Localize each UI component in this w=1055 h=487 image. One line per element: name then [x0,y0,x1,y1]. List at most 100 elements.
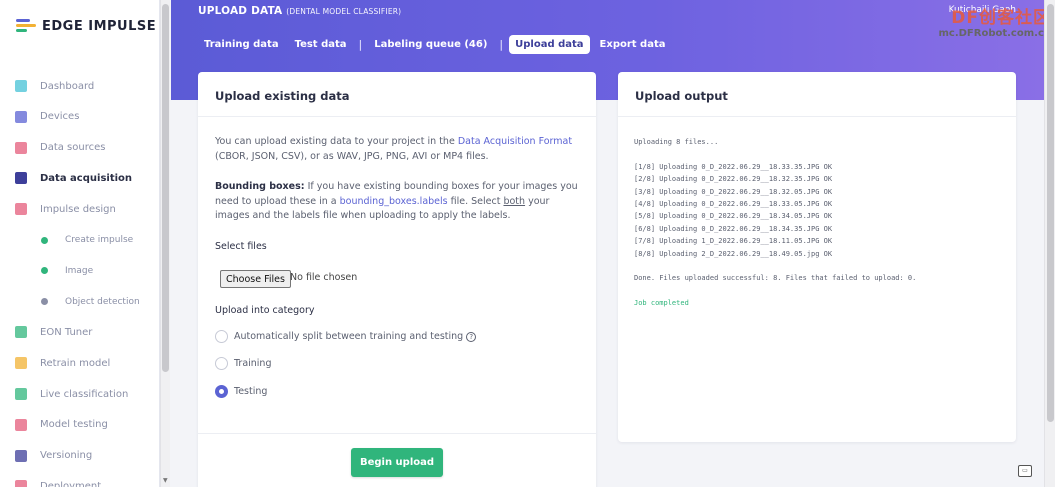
sidebar-item-data-acquisition[interactable]: Data acquisition [0,163,160,193]
radio-label: Automatically split between training and… [234,331,464,342]
chat-icon[interactable]: ▭ [1018,465,1032,477]
watermark-url: mc.DFRobot.com.cn [938,28,1051,39]
page-title-project: (DENTAL MODEL CLASSIFIER) [286,7,402,16]
radio-button[interactable] [215,385,228,398]
console-line: Done. Files uploaded successful: 8. File… [634,274,917,283]
edge-impulse-logo-icon [16,18,36,34]
console-line: [7/8] Uploading 1_D_2022.06.29__18.11.05… [634,237,833,246]
radio-button[interactable] [215,357,228,370]
sidebar-item-label: Image [65,265,94,276]
sidebar-scrollbar[interactable]: ▼ [160,0,170,487]
sidebar-item-label: Deployment [40,480,102,487]
upload-output-card: Upload output Uploading 8 files... [1/8] … [618,72,1016,442]
category-option[interactable]: Training [215,357,272,370]
sidebar: EDGE IMPULSE Dashboard Devices Data source… [0,0,160,487]
radio-label: Testing [234,386,268,397]
sidebar-item-image[interactable]: Image [0,256,160,286]
sidebar-item-model-testing[interactable]: Model testing [0,410,160,440]
console-line: [8/8] Uploading 2_D_2022.06.29__18.49.05… [634,249,833,258]
network-icon [15,388,27,400]
dot-icon [41,267,48,275]
clipboard-icon [15,418,27,431]
monitor-icon [15,80,27,92]
console-line: [2/8] Uploading 0_D_2022.06.29__18.32.35… [634,175,833,184]
upload-output-console: Uploading 8 files... [1/8] Uploading 0_D_… [634,136,1004,310]
sidebar-item-label: Create impulse [65,235,134,245]
logo-text: EDGE IMPULSE [42,18,157,34]
category-option[interactable]: Automatically split between training and… [215,330,477,343]
no-file-chosen-text: No file chosen [290,272,358,283]
tab-test-data[interactable]: Test data [289,35,353,54]
select-files-label: Select files [215,241,267,252]
intro-text-part: You can upload existing data to your pro… [215,136,458,147]
sidebar-item-versioning[interactable]: Versioning [0,441,160,471]
choose-files-button[interactable]: Choose Files [220,270,291,288]
database-icon [15,172,27,185]
wand-icon [15,141,27,154]
logo[interactable]: EDGE IMPULSE [16,18,156,34]
sidebar-item-dashboard[interactable]: Dashboard [0,71,160,101]
sidebar-item-create-impulse[interactable]: Create impulse [0,225,160,255]
tab-export-data[interactable]: Export data [594,35,672,54]
sidebar-item-eon-tuner[interactable]: EON Tuner [0,317,160,347]
sidebar-item-label: Versioning [40,450,93,462]
intro-text: You can upload existing data to your pro… [215,135,581,164]
sidebar-item-label: Impulse design [40,203,116,215]
card-divider [198,433,596,434]
tab-upload-data[interactable]: Upload data [509,34,590,54]
chip-icon [15,110,27,123]
page-title-main: UPLOAD DATA [198,5,283,17]
sidebar-item-label: Devices [40,111,80,123]
sidebar-item-deployment[interactable]: Deployment [0,471,160,487]
help-icon[interactable]: ? [466,331,477,342]
sidebar-item-data-sources[interactable]: Data sources [0,133,160,163]
data-acquisition-format-link[interactable]: Data Acquisition Format [458,136,572,147]
category-option[interactable]: Testing [215,385,267,398]
bbox-text-emphasis: both [503,195,526,207]
sidebar-item-label: Data sources [40,142,106,154]
sidebar-item-label: Dashboard [40,80,95,92]
shuffle-icon [15,357,27,370]
bounding-boxes-text: Bounding boxes: If you have existing bou… [215,180,581,224]
card-divider [198,116,596,117]
tab-training-data[interactable]: Training data [198,35,285,54]
dot-icon [41,236,48,244]
sidebar-item-devices[interactable]: Devices [0,102,160,132]
pulse-icon [15,203,27,216]
begin-upload-button[interactable]: Begin upload [351,448,443,477]
page-scrollbar[interactable] [1044,0,1055,487]
output-card-title: Upload output [635,89,728,103]
radio-label: Training [234,358,272,369]
card-divider [618,116,1016,117]
sidebar-item-impulse-design[interactable]: Impulse design [0,194,160,224]
radio-button[interactable] [215,330,228,343]
sidebar-item-retrain-model[interactable]: Retrain model [0,348,160,378]
console-line: [4/8] Uploading 0_D_2022.06.29__18.33.05… [634,200,833,209]
branch-icon [15,449,27,462]
sidebar-item-label: Model testing [40,419,108,431]
page-scrollbar-thumb[interactable] [1047,4,1054,422]
sidebar-item-label: Object detection [65,296,140,307]
scroll-down-arrow-icon[interactable]: ▼ [163,477,168,484]
watermark: DF创客社区 mc.DFRobot.com.cn [938,3,1051,39]
sidebar-item-object-detection[interactable]: Object detection [0,287,160,317]
upload-card-title: Upload existing data [215,89,350,103]
page-title: UPLOAD DATA (DENTAL MODEL CLASSIFIER) [198,5,401,17]
tab-separator: | [499,37,504,51]
console-line: [6/8] Uploading 0_D_2022.06.29__18.34.35… [634,224,833,233]
sidebar-item-label: Live classification [40,388,129,400]
sidebar-item-live-classification[interactable]: Live classification [0,379,160,409]
sidebar-item-label: EON Tuner [40,326,93,338]
tab-labeling-queue-46[interactable]: Labeling queue (46) [368,35,493,54]
upload-existing-data-card: Upload existing data You can upload exis… [198,72,596,487]
bbox-text-part: file. Select [447,195,504,207]
watermark-logo: DF创客社区 [951,8,1051,28]
sidebar-scrollbar-thumb[interactable] [162,4,169,372]
console-line: Uploading 8 files... [634,138,719,146]
sidebar-item-label: Retrain model [40,357,111,369]
bounding-boxes-labels-link[interactable]: bounding_boxes.labels [340,196,448,207]
intro-text-part: (CBOR, JSON, CSV), or as WAV, JPG, PNG, … [215,150,489,162]
